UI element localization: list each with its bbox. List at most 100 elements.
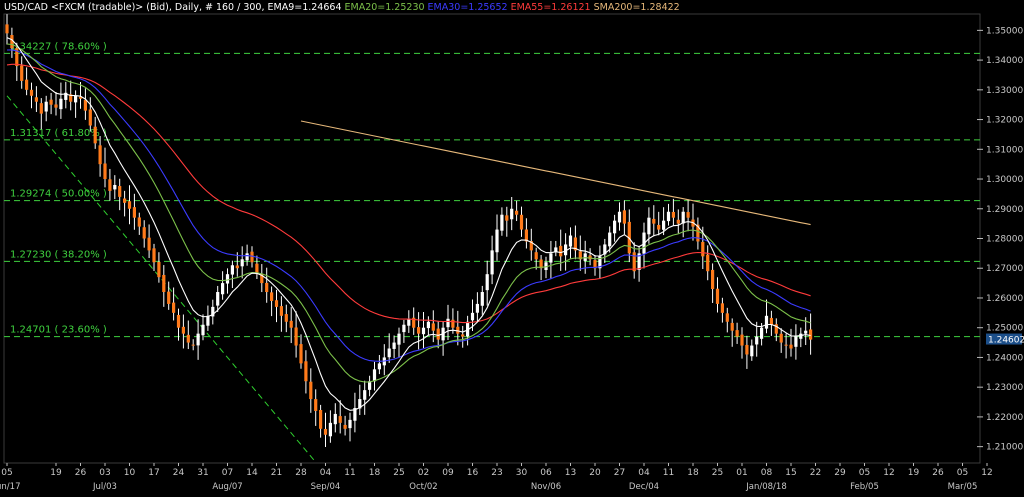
candle-body: [706, 254, 710, 272]
x-tick-label: 25: [712, 468, 723, 478]
x-tick-label: 08: [761, 468, 773, 478]
x-tick-label: 18: [687, 468, 699, 478]
x-tick-label: 02: [418, 468, 429, 478]
indicator-3: EMA55=1.26121: [511, 2, 591, 13]
candle-body: [436, 328, 440, 340]
candle-body: [470, 312, 475, 321]
candle-body: [760, 327, 764, 339]
candle-body: [127, 201, 132, 209]
y-tick-label: 1.29000: [986, 205, 1023, 215]
candle-body: [769, 317, 773, 325]
last-price-label: 1.24602: [988, 336, 1024, 346]
candle-body: [201, 324, 205, 336]
candle-body: [54, 104, 58, 108]
x-tick-label: 28: [295, 468, 307, 478]
x-tick-label: 26: [932, 468, 944, 478]
candle-body: [137, 217, 141, 227]
x-tick-label: 20: [589, 468, 601, 478]
y-tick-label: 1.28000: [986, 235, 1023, 245]
candle-body: [338, 416, 342, 423]
candle-body: [740, 334, 744, 346]
price-chart[interactable]: USD/CAD <FXCM (tradable)> (Bid), Daily, …: [0, 0, 1024, 497]
x-tick-label: 16: [467, 468, 479, 478]
x-tick-label: 09: [442, 468, 454, 478]
candle-body: [270, 292, 274, 301]
x-tick-label: 01: [736, 468, 747, 478]
x-month-label: Nov/06: [531, 482, 561, 492]
x-tick-label: 31: [197, 468, 208, 478]
y-tick-label: 1.25000: [986, 324, 1023, 334]
candle-body: [671, 211, 675, 218]
x-month-label: Aug/07: [212, 482, 242, 492]
candle-body: [343, 424, 347, 429]
candle-body: [377, 363, 381, 370]
ema9-line: [6, 37, 811, 411]
candle-body: [407, 318, 411, 326]
candle-body: [319, 409, 323, 429]
candle-body: [328, 422, 332, 437]
candle-body: [745, 344, 749, 355]
x-tick-label: 26: [75, 468, 87, 478]
candle-body: [779, 333, 783, 343]
x-tick-label: 17: [148, 468, 159, 478]
candle-body: [39, 103, 43, 114]
candle-body: [368, 381, 372, 390]
candle-body: [59, 98, 63, 110]
candle-body: [34, 97, 38, 102]
candle-body: [652, 218, 656, 224]
candle-body: [789, 344, 793, 349]
candle-body: [88, 109, 92, 126]
candle-body: [485, 274, 489, 291]
x-tick-label: 19: [908, 468, 920, 478]
y-tick-label: 1.30000: [986, 175, 1023, 185]
y-tick-label: 1.33000: [986, 86, 1023, 96]
indicator-1: EMA20=1.25230: [345, 2, 425, 13]
candle-body: [235, 265, 239, 269]
x-tick-label: 04: [638, 468, 650, 478]
candle-body: [25, 79, 29, 90]
down-trendline: [6, 95, 317, 463]
candle-body: [461, 334, 465, 337]
candle-body: [74, 95, 78, 103]
x-month-label: Jan/08/18: [745, 482, 786, 492]
candle-body: [720, 303, 724, 313]
candle-body: [402, 324, 406, 333]
x-tick-label: 23: [491, 468, 502, 478]
candle-body: [157, 261, 161, 278]
candle-body: [113, 184, 117, 190]
candle-body: [372, 369, 377, 382]
x-month-label: Mar/05: [948, 482, 978, 492]
candle-body: [431, 323, 435, 331]
x-tick-label: 13: [565, 468, 576, 478]
candle-body: [265, 282, 269, 293]
candle-body: [657, 224, 661, 230]
x-tick-label: 14: [246, 468, 258, 478]
candle-body: [519, 214, 524, 230]
x-tick-label: 12: [883, 468, 894, 478]
candle-body: [397, 333, 401, 345]
candle-body: [534, 252, 538, 260]
x-tick-label: 06: [540, 468, 552, 478]
candle-body: [666, 211, 671, 222]
x-month-label: Oct/02: [409, 482, 437, 492]
candle-body: [147, 237, 151, 251]
candle-body: [809, 329, 813, 340]
candle-body: [304, 361, 308, 382]
fib-label: 1.31317 ( 61.80% ): [10, 128, 107, 139]
chart-window: USD/CAD <FXCM (tradable)> (Bid), Daily, …: [0, 0, 1024, 497]
x-tick-label: 22: [810, 468, 821, 478]
candle-body: [613, 220, 617, 234]
chart-header: USD/CAD <FXCM (tradable)> (Bid), Daily, …: [4, 2, 680, 13]
candle-body: [181, 326, 185, 334]
candle-body: [196, 333, 200, 346]
candle-body: [289, 320, 293, 328]
candle-body: [93, 126, 97, 144]
candle-body: [392, 342, 396, 349]
candle-body: [284, 314, 288, 322]
x-tick-label: 10: [124, 468, 136, 478]
candle-body: [632, 252, 636, 272]
y-tick-label: 1.31000: [986, 145, 1023, 155]
candle-body: [176, 314, 181, 328]
candle-body: [387, 348, 391, 358]
x-month-label: Sep/04: [311, 482, 341, 492]
